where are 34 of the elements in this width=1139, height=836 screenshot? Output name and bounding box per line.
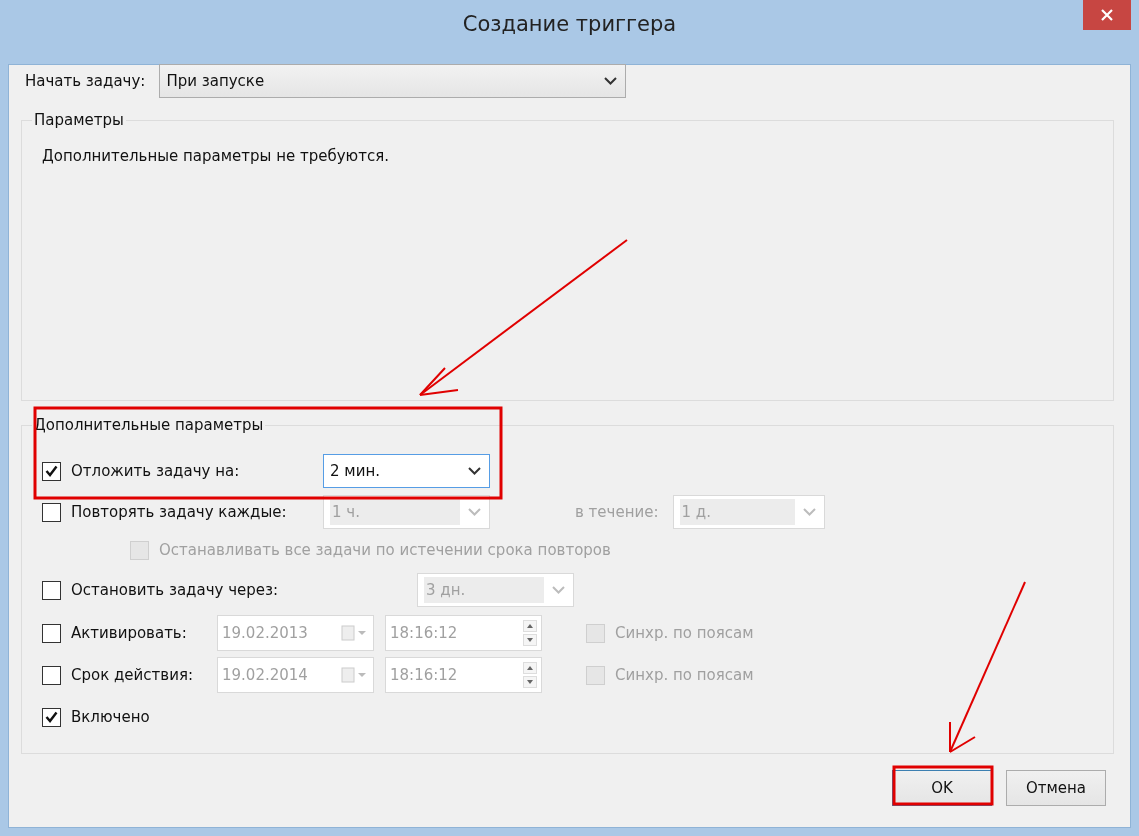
checkbox-label: Синхр. по поясам (615, 666, 754, 684)
spin-down-icon (523, 634, 537, 646)
group-title: Дополнительные параметры (33, 416, 265, 434)
calendar-icon (341, 667, 369, 683)
close-button[interactable] (1083, 0, 1131, 30)
field-label: в течение: (575, 503, 659, 521)
chevron-down-icon (468, 508, 481, 516)
checkbox-label: Остановить задачу через: (71, 581, 278, 599)
chevron-down-icon (552, 586, 565, 594)
checkbox-label: Останавливать все задачи по истечении срока повторов (159, 541, 611, 559)
window-title: Создание триггера (462, 12, 677, 36)
checkbox-label: Синхр. по поясам (615, 624, 754, 642)
checkbox-label: Включено (71, 708, 150, 726)
spin-up-icon (523, 620, 537, 632)
checkbox-label: Отложить задачу на: (71, 462, 240, 480)
group-title: Параметры (33, 111, 125, 129)
chevron-down-icon (604, 77, 618, 85)
cancel-button[interactable]: Отмена (1006, 770, 1106, 806)
checkbox-label: Активировать: (71, 624, 187, 642)
chevron-down-icon (802, 508, 816, 516)
checkbox[interactable] (42, 707, 61, 727)
spin-up-icon (523, 662, 537, 674)
spin-down-icon (523, 676, 537, 688)
close-icon (1101, 9, 1113, 21)
chevron-down-icon (468, 467, 481, 475)
field-label: Начать задачу: (25, 72, 146, 90)
checkbox-label: Срок действия: (71, 666, 193, 684)
calendar-icon (341, 625, 369, 641)
ok-button[interactable]: OK (892, 770, 992, 806)
dropdown[interactable]: При запуске (159, 64, 627, 98)
checkbox-label: Повторять задачу каждые: (71, 503, 287, 521)
dropdown[interactable]: 2 мин. (323, 454, 490, 488)
info-text: Дополнительные параметры не требуются. (42, 147, 390, 165)
checkbox[interactable] (42, 461, 61, 481)
